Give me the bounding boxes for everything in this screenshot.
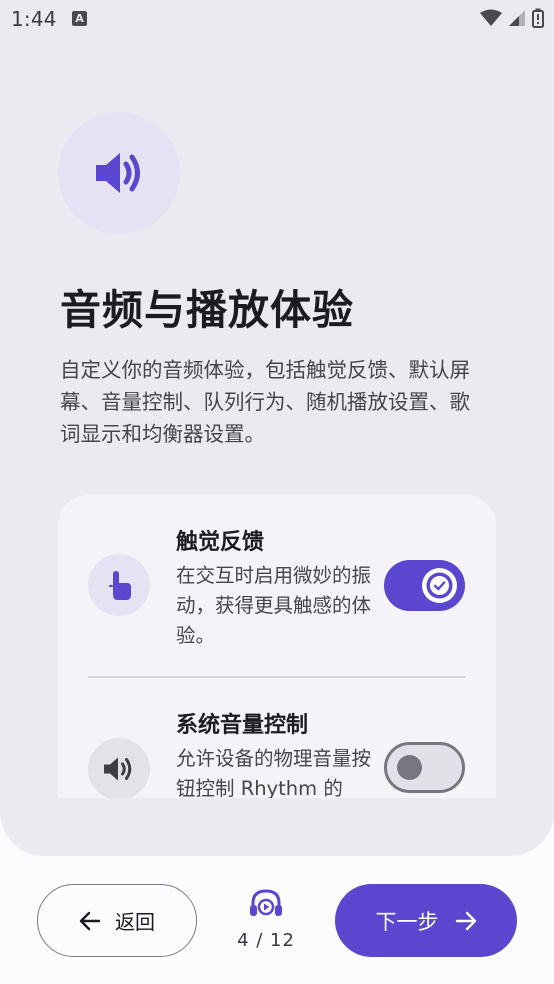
haptic-badge xyxy=(88,554,150,616)
onboarding-card: 1:44 A 音频与播放体验 自定义你的音频体验，包括触觉反馈、默认屏幕、音量控… xyxy=(0,0,554,856)
setting-title: 触觉反馈 xyxy=(176,530,265,555)
wifi-icon xyxy=(480,9,502,26)
setting-row-volume: 系统音量控制 允许设备的物理音量按钮控制 Rhythm 的 xyxy=(58,677,496,798)
setting-subtitle: 在交互时启用微妙的振动，获得更具触感的体验。 xyxy=(176,564,372,647)
page-description: 自定义你的音频体验，包括触觉反馈、默认屏幕、音量控制、队列行为、随机播放设置、歌… xyxy=(60,358,470,446)
haptic-toggle[interactable] xyxy=(384,560,465,611)
battery-icon xyxy=(532,8,544,28)
setting-title: 系统音量控制 xyxy=(176,713,309,738)
setting-subtitle: 允许设备的物理音量按钮控制 Rhythm 的 xyxy=(176,747,372,798)
settings-panel: 触觉反馈 在交互时启用微妙的振动，获得更具触感的体验。 系统音量控制 允许设备的… xyxy=(58,495,496,798)
page-title: 音频与播放体验 xyxy=(60,286,354,334)
status-icons xyxy=(480,8,544,28)
volume-icon xyxy=(104,757,132,781)
status-time: 1:44 xyxy=(11,7,57,31)
back-button[interactable]: 返回 xyxy=(37,884,197,957)
status-bar: 1:44 A xyxy=(0,0,554,38)
back-label: 返回 xyxy=(115,910,155,934)
arrow-right-icon xyxy=(455,911,476,930)
volume-control-toggle[interactable] xyxy=(384,742,465,793)
toggle-knob xyxy=(397,755,422,780)
volume-icon xyxy=(96,153,140,193)
arrow-left-icon xyxy=(79,911,101,930)
volume-badge xyxy=(88,738,150,798)
next-label: 下一步 xyxy=(375,909,439,934)
touch-icon xyxy=(109,571,131,600)
setting-row-haptic: 触觉反馈 在交互时启用微妙的振动，获得更具触感的体验。 xyxy=(58,495,496,676)
cell-signal-icon xyxy=(509,10,525,26)
headphones-play-icon xyxy=(250,889,282,916)
next-button[interactable]: 下一步 xyxy=(335,884,517,957)
toggle-knob xyxy=(422,568,457,603)
hero-volume-badge xyxy=(58,112,180,234)
progress-counter: 4 / 12 xyxy=(237,930,295,951)
check-circle-icon xyxy=(426,572,453,599)
progress-indicator: 4 / 12 xyxy=(226,888,306,962)
notification-icon: A xyxy=(72,11,87,26)
